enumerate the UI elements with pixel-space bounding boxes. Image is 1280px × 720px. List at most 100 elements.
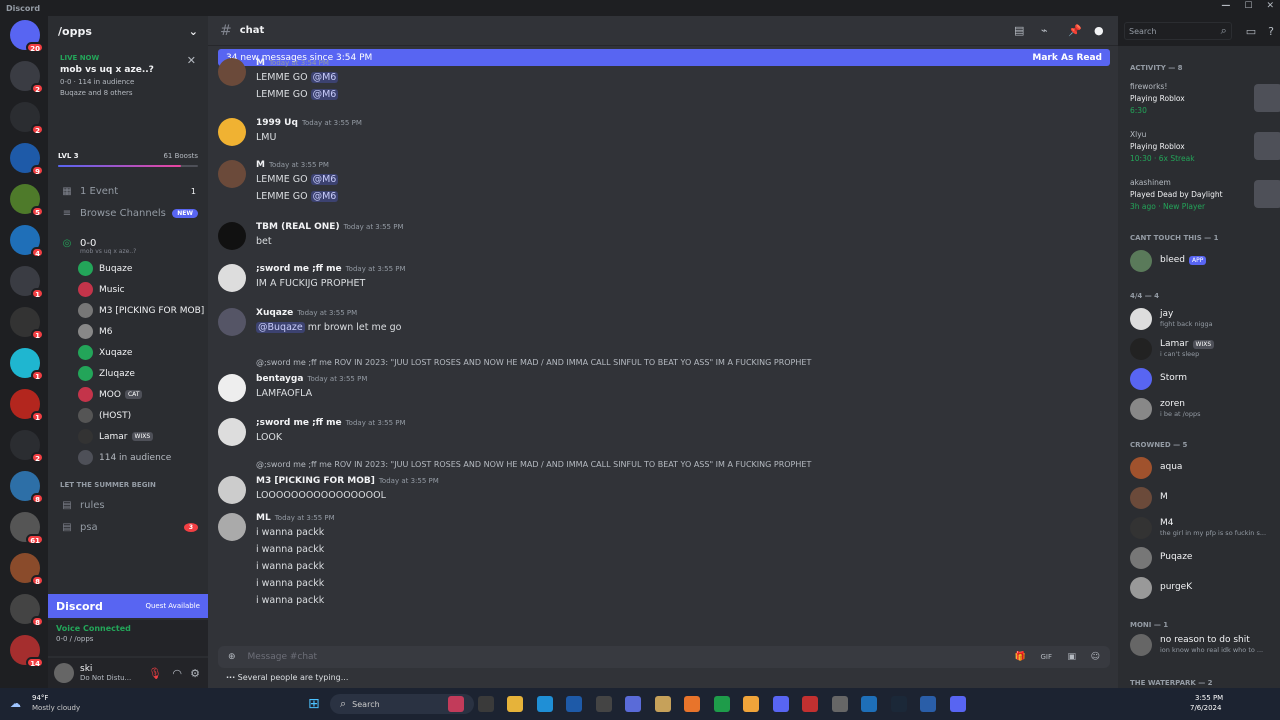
category-header[interactable]: LET THE SUMMER BEGIN <box>48 476 208 494</box>
message-input[interactable]: Message #chat <box>248 652 318 662</box>
message-composer[interactable]: ⊕ Message #chat 🎁 GIF ▣ ☺ <box>218 646 1110 668</box>
add-attachment-icon[interactable]: ⊕ <box>228 652 236 662</box>
server-header[interactable]: /opps ⌄ <box>48 16 208 46</box>
avatar[interactable] <box>218 374 246 402</box>
avatar[interactable] <box>218 418 246 446</box>
member-item[interactable]: bleed APP <box>1130 248 1276 274</box>
stage-member[interactable]: Zluqaze <box>48 363 208 384</box>
author-name[interactable]: M <box>256 58 265 68</box>
taskbar-app-icon[interactable] <box>743 696 759 712</box>
members-icon[interactable]: ● <box>1094 24 1104 37</box>
stage-member[interactable]: M6 <box>48 321 208 342</box>
author-name[interactable]: 1999 Uq <box>256 118 298 128</box>
stage-member[interactable]: Xuqaze <box>48 342 208 363</box>
message[interactable]: @;sword me ;ff me ROV IN 2023: "JUU LOST… <box>218 358 1098 418</box>
close-window-icon[interactable]: ✕ <box>1266 1 1274 11</box>
avatar[interactable] <box>218 513 246 541</box>
browse-channels-row[interactable]: ≡ Browse Channels NEW <box>48 202 208 224</box>
member-item[interactable]: M4 the girl in my pfp is so fuckin s... <box>1130 515 1276 541</box>
headset-icon[interactable]: ◠ <box>172 667 182 680</box>
search-bar[interactable]: Search ⌕ ▭ ? <box>1118 16 1280 46</box>
server-icon[interactable]: 8 <box>10 553 44 586</box>
server-icon[interactable]: 1 <box>10 307 44 340</box>
author-name[interactable]: Xuqaze <box>256 308 293 318</box>
message[interactable]: @;sword me ;ff me ROV IN 2023: "JUU LOST… <box>218 460 1098 520</box>
boost-level[interactable]: LVL 3 61 Boosts <box>58 152 198 180</box>
member-item[interactable]: aqua <box>1130 455 1276 481</box>
avatar[interactable] <box>54 663 74 683</box>
mention[interactable]: @M6 <box>310 191 339 202</box>
author-name[interactable]: ML <box>256 513 271 523</box>
live-stage-card[interactable]: LIVE NOW mob vs uq x aze..? 0-0 · 114 in… <box>54 50 202 142</box>
member-item[interactable]: M <box>1130 485 1276 511</box>
audience-row[interactable]: 114 in audience <box>48 447 208 468</box>
author-name[interactable]: TBM (REAL ONE) <box>256 222 340 232</box>
server-icon[interactable]: 9 <box>10 143 44 176</box>
minimize-icon[interactable]: — <box>1221 1 1230 11</box>
server-icon[interactable]: 5 <box>10 184 44 217</box>
start-icon[interactable]: ⊞ <box>308 696 320 712</box>
server-icon[interactable]: 2 <box>10 430 44 463</box>
server-icon[interactable]: 1 <box>10 348 44 381</box>
taskbar-app-icon[interactable] <box>772 696 789 712</box>
mention[interactable]: @M6 <box>310 174 339 185</box>
mention[interactable]: @M6 <box>310 72 339 83</box>
voice-channel-label[interactable]: 0-0 / /opps <box>56 635 200 643</box>
help-icon[interactable]: ? <box>1268 25 1274 38</box>
notification-icon[interactable]: ⌁ <box>1041 24 1048 37</box>
stage-member[interactable]: Lamar WIXS <box>48 426 208 447</box>
server-icon[interactable]: 61 <box>10 512 44 545</box>
taskbar-app-icon[interactable] <box>477 696 494 712</box>
server-icon[interactable]: 8 <box>10 594 44 627</box>
gift-icon[interactable]: 🎁 <box>1015 652 1026 662</box>
settings-icon[interactable]: ⚙ <box>190 667 200 680</box>
member-item[interactable]: Lamar WIXS i can't sleep <box>1130 336 1276 362</box>
stage-member[interactable]: M3 [PICKING FOR MOB] <box>48 300 208 321</box>
avatar[interactable] <box>218 160 246 188</box>
taskbar-app-icon[interactable] <box>507 696 523 712</box>
mention[interactable]: @M6 <box>310 89 339 100</box>
taskbar-app-icon[interactable] <box>920 696 936 712</box>
avatar[interactable] <box>218 222 246 250</box>
emoji-icon[interactable]: ☺ <box>1091 652 1100 662</box>
server-icon[interactable]: 8 <box>10 471 44 504</box>
sticker-icon[interactable]: ▣ <box>1067 652 1076 662</box>
author-name[interactable]: ;sword me ;ff me <box>256 418 342 428</box>
reply-preview[interactable]: @;sword me ;ff me ROV IN 2023: "JUU LOST… <box>256 460 811 469</box>
taskbar-app-icon[interactable] <box>448 696 464 712</box>
stage-member[interactable]: (HOST) <box>48 405 208 426</box>
taskbar-app-icon[interactable] <box>831 696 848 712</box>
threads-icon[interactable]: ▤ <box>1014 24 1024 37</box>
server-icon[interactable]: 4 <box>10 225 44 258</box>
member-item[interactable]: no reason to do shit ion know who real id… <box>1130 632 1276 658</box>
avatar[interactable] <box>218 58 246 86</box>
taskbar-app-icon[interactable] <box>654 696 671 712</box>
avatar[interactable] <box>218 264 246 292</box>
taskbar-app-icon[interactable] <box>949 696 966 712</box>
activity-item[interactable]: akashinem Played Dead by Daylight 3h ago ·… <box>1130 178 1280 218</box>
server-icon[interactable]: 14 <box>10 635 44 668</box>
avatar[interactable] <box>218 308 246 336</box>
author-name[interactable]: ;sword me ;ff me <box>256 264 342 274</box>
server-icon[interactable]: 20 <box>10 20 44 53</box>
stage-member[interactable]: MOO CAT <box>48 384 208 405</box>
taskbar-app-icon[interactable] <box>625 696 641 712</box>
events-row[interactable]: ▦ 1 Event 1 <box>48 180 208 202</box>
server-icon[interactable]: 1 <box>10 389 44 422</box>
inbox-icon[interactable]: ▭ <box>1246 25 1256 38</box>
stage-channel[interactable]: ◎ 0-0 <box>48 232 208 254</box>
stage-member[interactable]: Buqaze <box>48 258 208 279</box>
server-icon[interactable]: 2 <box>10 61 44 94</box>
member-item[interactable]: zoren i be at /opps <box>1130 396 1276 422</box>
search-input[interactable]: Search ⌕ <box>1124 22 1232 40</box>
member-item[interactable]: purgeK <box>1130 575 1276 601</box>
taskbar-app-icon[interactable] <box>566 696 582 712</box>
activity-item[interactable]: Xlyu Playing Roblox 10:30 · 6x Streak <box>1130 130 1280 170</box>
taskbar-app-icon[interactable] <box>684 696 700 712</box>
author-name[interactable]: bentayga <box>256 374 303 384</box>
server-icon[interactable]: 1 <box>10 266 44 299</box>
taskbar-app-icon[interactable] <box>713 696 730 712</box>
reply-preview[interactable]: @;sword me ;ff me ROV IN 2023: "JUU LOST… <box>256 358 811 367</box>
text-channel-rules[interactable]: ▤ rules <box>48 494 208 516</box>
taskbar-app-icon[interactable] <box>861 696 877 712</box>
